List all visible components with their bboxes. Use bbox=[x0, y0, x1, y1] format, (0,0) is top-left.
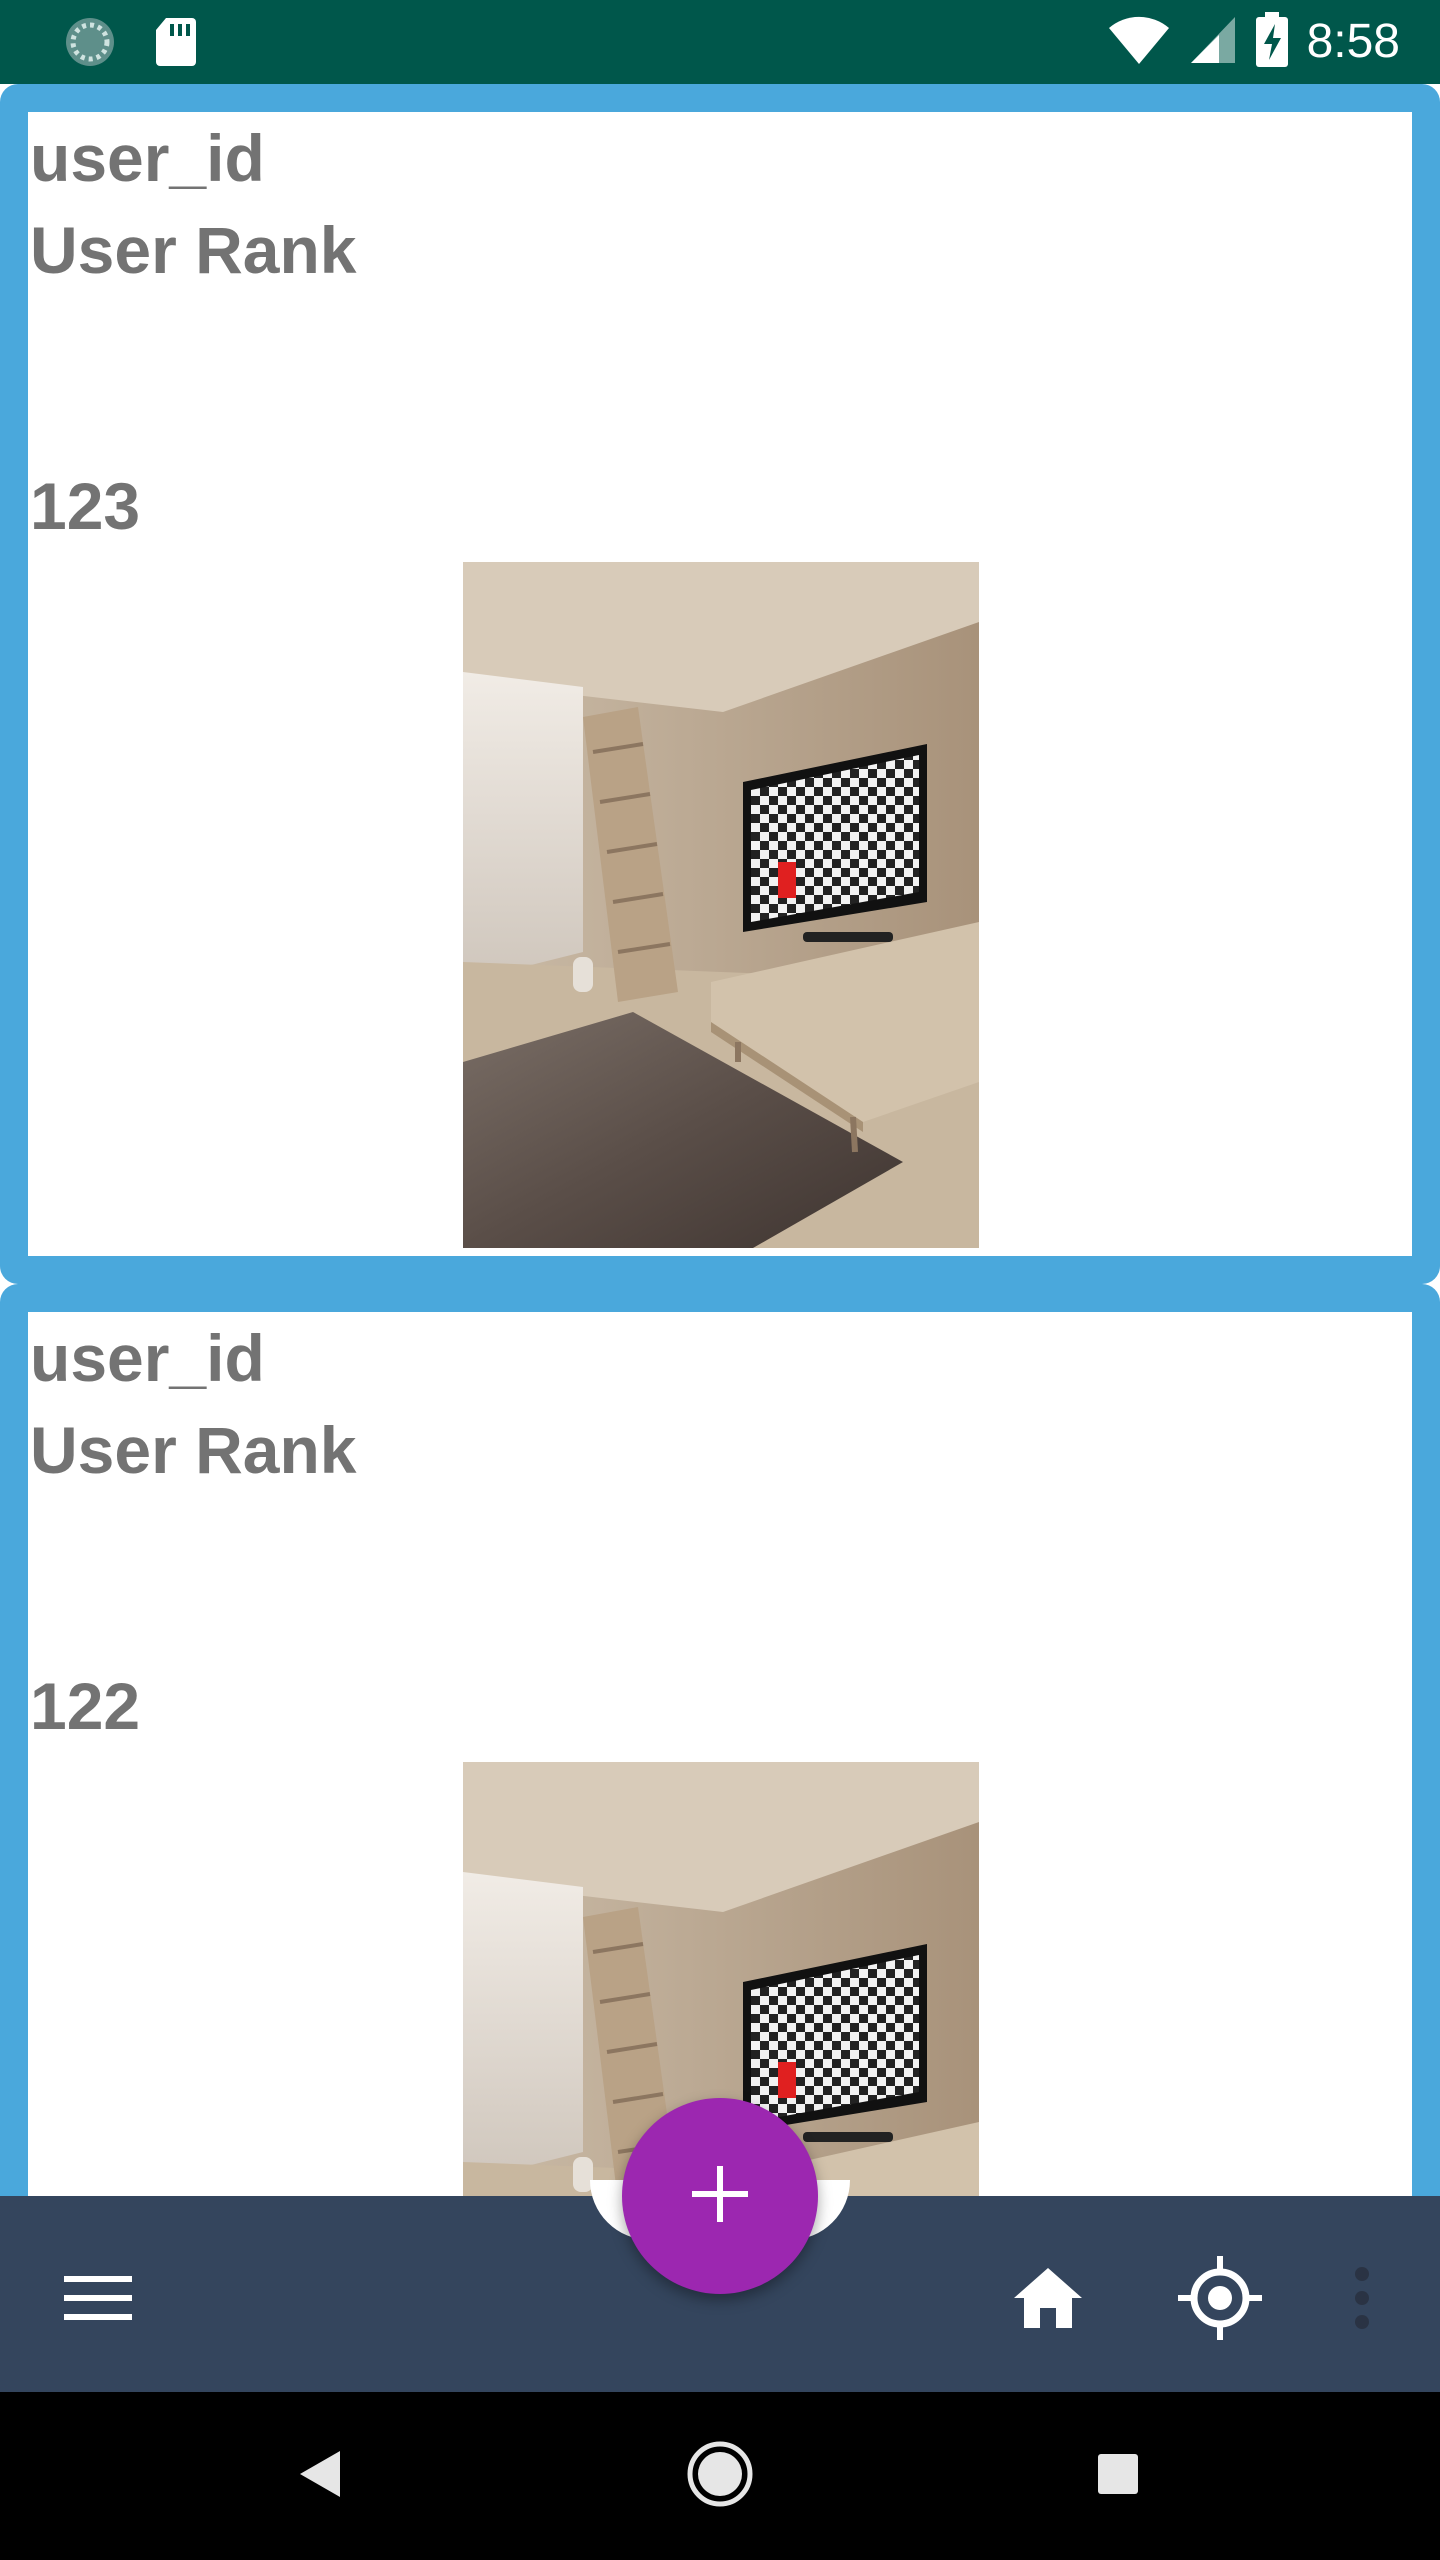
sd-card-icon bbox=[154, 16, 198, 73]
home-button[interactable] bbox=[1006, 2258, 1090, 2342]
system-nav-bar bbox=[0, 2392, 1440, 2560]
post-card-body: user_id User Rank 123 bbox=[28, 112, 1412, 1256]
recents-icon bbox=[1096, 2452, 1140, 2501]
post-user-id: user_id bbox=[30, 1321, 265, 1395]
home-icon bbox=[1012, 2266, 1084, 2335]
my-location-icon bbox=[1178, 2255, 1262, 2345]
post-user-rank: User Rank bbox=[30, 1413, 357, 1487]
battery-charging-icon bbox=[1255, 11, 1289, 73]
more-vert-icon bbox=[1352, 2266, 1372, 2335]
my-location-button[interactable] bbox=[1172, 2252, 1268, 2348]
post-card[interactable]: user_id User Rank 122 bbox=[0, 1284, 1440, 2196]
add-icon bbox=[692, 2165, 748, 2227]
post-image[interactable] bbox=[463, 562, 979, 1248]
sync-icon bbox=[62, 14, 118, 75]
post-card-body: user_id User Rank 122 bbox=[28, 1312, 1412, 2196]
add-post-fab[interactable] bbox=[622, 2098, 818, 2294]
more-options-button[interactable] bbox=[1340, 2252, 1384, 2348]
nav-home-button[interactable] bbox=[670, 2426, 770, 2526]
post-user-rank: User Rank bbox=[30, 213, 357, 287]
menu-icon bbox=[64, 2274, 132, 2327]
back-icon bbox=[298, 2449, 342, 2504]
post-feed[interactable]: user_id User Rank 123 user_id User Rank … bbox=[0, 84, 1440, 2196]
post-card[interactable]: user_id User Rank 123 bbox=[0, 84, 1440, 1284]
signal-icon bbox=[1189, 15, 1237, 70]
post-number: 122 bbox=[30, 1669, 141, 1743]
status-bar: 8:58 bbox=[0, 0, 1440, 84]
wifi-icon bbox=[1107, 14, 1171, 71]
menu-button[interactable] bbox=[58, 2260, 138, 2340]
nav-recents-button[interactable] bbox=[1068, 2426, 1168, 2526]
status-time: 8:58 bbox=[1306, 15, 1400, 68]
nav-back-button[interactable] bbox=[270, 2426, 370, 2526]
post-number: 123 bbox=[30, 469, 141, 543]
post-user-id: user_id bbox=[30, 121, 265, 195]
home-circle-icon bbox=[686, 2440, 754, 2513]
